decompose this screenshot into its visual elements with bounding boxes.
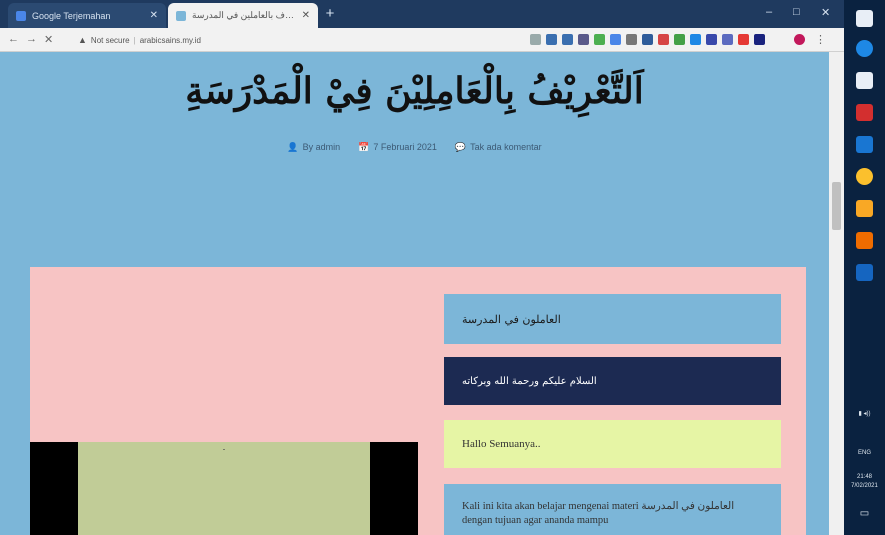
close-tab-icon[interactable]: ✕: [302, 10, 310, 21]
author-meta[interactable]: 👤 By admin: [287, 142, 340, 153]
browser-toolbar: ← → ✕ ▲ Not secure | arabicsains.my.id ⋮: [0, 28, 844, 52]
app-icon[interactable]: [856, 104, 873, 121]
network-icon[interactable]: ▮ ◂)): [846, 410, 883, 417]
security-label: Not secure: [90, 35, 130, 45]
comment-icon: 💬: [454, 142, 467, 152]
image-area: [78, 442, 370, 535]
office-icon[interactable]: [856, 232, 873, 249]
word-icon[interactable]: [856, 264, 873, 281]
google-translate-icon: [16, 10, 26, 21]
extension-icon[interactable]: [738, 34, 749, 45]
vertical-scrollbar[interactable]: [829, 52, 844, 535]
folder-icon[interactable]: [856, 200, 873, 217]
tab-title: التعرف بالعاملين في المدرسة: [192, 10, 296, 20]
extension-icon[interactable]: [754, 34, 765, 45]
windows-start-icon[interactable]: [856, 10, 873, 27]
image-caption-link[interactable]: [78, 444, 370, 450]
extension-icon[interactable]: [706, 34, 717, 45]
more-menu-icon[interactable]: ⋮: [815, 33, 826, 46]
embedded-image: [30, 442, 418, 535]
web-page: اَلتَّعْرِيْفُ بِالْعَامِلِيْنَ فِيْ الْ…: [0, 52, 829, 535]
back-arrow-icon[interactable]: ←: [8, 33, 19, 45]
comments-meta[interactable]: 💬 Tak ada komentar: [455, 142, 542, 153]
edge-icon[interactable]: [856, 40, 873, 57]
extension-icon[interactable]: [690, 34, 701, 45]
author-text: By admin: [302, 142, 341, 152]
extension-icon[interactable]: [610, 34, 621, 45]
extension-icon[interactable]: [722, 34, 733, 45]
site-favicon-icon: [176, 10, 186, 21]
forward-arrow-icon[interactable]: →: [26, 33, 37, 45]
scrollbar-thumb[interactable]: [832, 182, 841, 230]
extension-icon[interactable]: [562, 34, 573, 45]
calendar-icon: 📅: [358, 142, 370, 152]
extension-icon[interactable]: [658, 34, 669, 45]
maximize-button[interactable]: □: [793, 6, 800, 18]
notification-icon[interactable]: ▭: [846, 508, 883, 519]
new-tab-button[interactable]: +: [322, 6, 338, 22]
minimize-button[interactable]: –: [766, 6, 772, 18]
separator: |: [133, 35, 136, 45]
language-indicator[interactable]: ENG: [846, 450, 883, 456]
profile-avatar[interactable]: [794, 34, 805, 45]
person-icon: 👤: [287, 142, 299, 152]
address-bar[interactable]: ▲ Not secure | arabicsains.my.id: [78, 31, 518, 49]
clock-date[interactable]: 7/02/2021: [846, 483, 883, 489]
date-meta[interactable]: 📅 7 Februari 2021: [358, 142, 437, 153]
star-icon[interactable]: [530, 34, 541, 45]
tab-google-translate[interactable]: Google Terjemahan ✕: [8, 3, 166, 28]
screen: Google Terjemahan ✕ التعرف بالعاملين في …: [0, 0, 885, 535]
extension-icon[interactable]: [626, 34, 637, 45]
clock-time[interactable]: 21:48: [846, 474, 883, 480]
card-title: العاملون في المدرسة: [444, 294, 781, 344]
url-text: arabicsains.my.id: [139, 35, 201, 45]
date-text: 7 Februari 2021: [373, 142, 437, 152]
extension-icon[interactable]: [578, 34, 589, 45]
tab-title: Google Terjemahan: [32, 10, 111, 21]
card-greeting: السلام عليكم ورحمة الله وبركاته: [444, 357, 781, 405]
close-window-button[interactable]: ✕: [821, 6, 830, 19]
comments-text: Tak ada komentar: [470, 142, 542, 152]
warning-icon: ▲: [78, 35, 87, 45]
close-tab-icon[interactable]: ✕: [150, 10, 158, 21]
extension-icon[interactable]: [674, 34, 685, 45]
browser-tab-strip: Google Terjemahan ✕ التعرف بالعاملين في …: [0, 0, 844, 28]
card-hello: Hallo Semuanya..: [444, 420, 781, 468]
store-icon[interactable]: [856, 72, 873, 89]
chrome-icon[interactable]: [856, 168, 873, 185]
tab-active-page[interactable]: التعرف بالعاملين في المدرسة ✕: [168, 3, 318, 28]
content-block: العاملون في المدرسة السلام عليكم ورحمة ا…: [30, 267, 806, 535]
windows-taskbar: ▮ ◂)) ENG 21:48 7/02/2021 ▭: [844, 0, 885, 535]
stop-icon[interactable]: ✕: [44, 33, 53, 46]
extension-icon[interactable]: [594, 34, 605, 45]
card-intro: Kali ini kita akan belajar mengenai mate…: [444, 484, 781, 535]
page-title: اَلتَّعْرِيْفُ بِالْعَامِلِيْنَ فِيْ الْ…: [185, 70, 644, 112]
post-meta: 👤 By admin 📅 7 Februari 2021 💬 Tak ada kome…: [0, 142, 829, 153]
mail-icon[interactable]: [856, 136, 873, 153]
extension-icon[interactable]: [642, 34, 653, 45]
extension-icon[interactable]: [546, 34, 557, 45]
